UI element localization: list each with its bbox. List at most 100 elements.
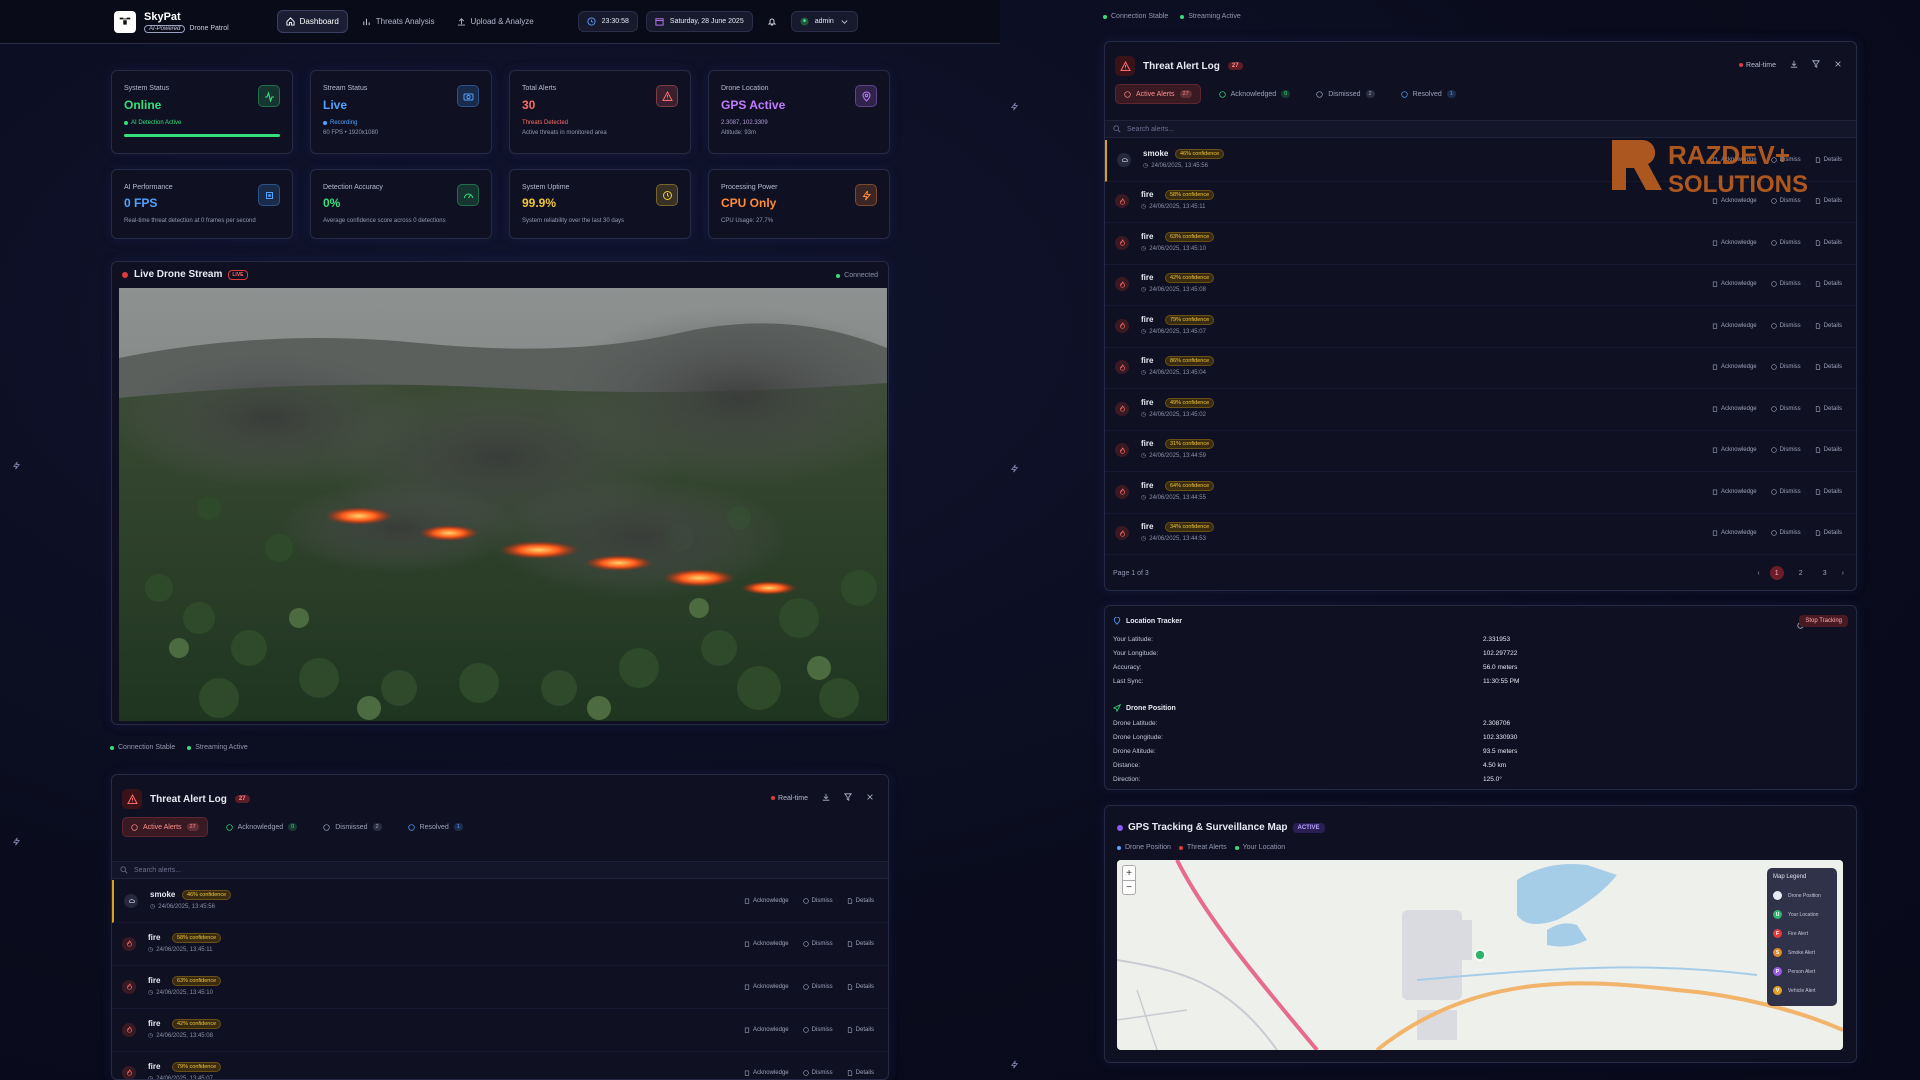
- alert-row[interactable]: fire 42% confidence ◷ 24/06/2025, 13:45:08 A…: [112, 1009, 888, 1052]
- gps-map-title: GPS Tracking & Surveillance Map ACTIVE: [1117, 822, 1325, 833]
- dismiss-button[interactable]: Dismiss: [802, 984, 833, 990]
- x-circle-icon: [1770, 530, 1777, 536]
- details-button[interactable]: Details: [1815, 447, 1842, 453]
- details-button[interactable]: Details: [1815, 406, 1842, 412]
- alert-log-controls: Real-time: [1739, 60, 1842, 70]
- filter-icon[interactable]: [1812, 60, 1820, 70]
- user-menu[interactable]: admin: [790, 11, 858, 32]
- acknowledge-button[interactable]: Acknowledge: [1712, 530, 1757, 536]
- dismiss-button[interactable]: Dismiss: [1770, 447, 1801, 453]
- details-button[interactable]: Details: [1815, 281, 1842, 287]
- alert-row[interactable]: smoke 46% confidence ◷ 24/06/2025, 13:45:56…: [112, 880, 888, 923]
- acknowledge-button[interactable]: Acknowledge: [744, 941, 789, 947]
- details-button[interactable]: Details: [1815, 530, 1842, 536]
- notifications-button[interactable]: [761, 11, 783, 33]
- location-field-value: 56.0 meters: [1483, 664, 1518, 671]
- alert-row[interactable]: fire 79% confidence ◷ 24/06/2025, 13:45:07 A…: [112, 1052, 888, 1079]
- acknowledge-button[interactable]: Acknowledge: [1712, 198, 1757, 204]
- alert-row[interactable]: fire 64% confidence ◷ 24/06/2025, 13:44:55 A…: [1105, 472, 1856, 514]
- dismiss-button[interactable]: Dismiss: [1770, 406, 1801, 412]
- details-button[interactable]: Details: [847, 898, 874, 904]
- chevron-left-icon[interactable]: ‹: [1757, 570, 1759, 577]
- acknowledge-button[interactable]: Acknowledge: [744, 898, 789, 904]
- page-button[interactable]: 3: [1818, 566, 1832, 580]
- close-icon[interactable]: [1834, 60, 1842, 70]
- details-button[interactable]: Details: [1815, 198, 1842, 204]
- zoom-out-button[interactable]: −: [1123, 880, 1135, 894]
- acknowledge-button[interactable]: Acknowledge: [1712, 364, 1757, 370]
- dismiss-button[interactable]: Dismiss: [1770, 198, 1801, 204]
- dismiss-button[interactable]: Dismiss: [1770, 530, 1801, 536]
- dismiss-button[interactable]: Dismiss: [1770, 489, 1801, 495]
- alert-row[interactable]: fire 63% confidence ◷ 24/06/2025, 13:45:10 A…: [1105, 223, 1856, 265]
- alert-row[interactable]: fire 63% confidence ◷ 24/06/2025, 13:45:10 A…: [112, 966, 888, 1009]
- chevron-right-icon[interactable]: ›: [1842, 570, 1844, 577]
- surveillance-map[interactable]: + − Map Legend Drone Position U Your Locat…: [1117, 860, 1843, 1050]
- acknowledge-button[interactable]: Acknowledge: [744, 1027, 789, 1033]
- flame-icon: [1115, 360, 1129, 375]
- dismiss-button[interactable]: Dismiss: [1770, 364, 1801, 370]
- tab-resolved[interactable]: Resolved 1: [1393, 84, 1464, 104]
- tab-acknowledged[interactable]: Acknowledged 0: [218, 817, 306, 837]
- alert-actions: Acknowledge Dismiss Details: [1712, 240, 1842, 246]
- details-button[interactable]: Details: [1815, 364, 1842, 370]
- alert-row[interactable]: fire 31% confidence ◷ 24/06/2025, 13:44:59 A…: [1105, 431, 1856, 472]
- tab-dismissed[interactable]: Dismissed 2: [1308, 84, 1382, 104]
- alert-row[interactable]: fire 42% confidence ◷ 24/06/2025, 13:45:08 A…: [1105, 265, 1856, 306]
- details-button[interactable]: Details: [847, 941, 874, 947]
- alert-row[interactable]: fire 86% confidence ◷ 24/06/2025, 13:45:04 A…: [1105, 348, 1856, 389]
- details-button[interactable]: Details: [1815, 323, 1842, 329]
- acknowledge-button[interactable]: Acknowledge: [1712, 240, 1757, 246]
- dismiss-button[interactable]: Dismiss: [1770, 240, 1801, 246]
- alert-row[interactable]: fire 34% confidence ◷ 24/06/2025, 13:44:53 A…: [1105, 514, 1856, 555]
- dismiss-button[interactable]: Dismiss: [802, 898, 833, 904]
- tab-active-alerts[interactable]: Active Alerts 27: [1115, 84, 1201, 104]
- acknowledge-button[interactable]: Acknowledge: [1712, 281, 1757, 287]
- acknowledge-button[interactable]: Acknowledge: [1712, 323, 1757, 329]
- alert-type: fire: [148, 1061, 161, 1071]
- page-button[interactable]: 1: [1769, 566, 1784, 580]
- nav-threats-analysis[interactable]: Threats Analysis: [354, 10, 443, 33]
- dismiss-button[interactable]: Dismiss: [802, 1027, 833, 1033]
- close-icon[interactable]: [866, 793, 874, 803]
- stop-tracking-button[interactable]: Stop Tracking: [1799, 615, 1848, 627]
- acknowledge-button[interactable]: Acknowledge: [1712, 489, 1757, 495]
- acknowledge-button[interactable]: Acknowledge: [1712, 447, 1757, 453]
- details-button[interactable]: Details: [1815, 240, 1842, 246]
- location-field-label: Drone Longitude:: [1113, 734, 1163, 741]
- acknowledge-button[interactable]: Acknowledge: [744, 1070, 789, 1076]
- dismiss-button[interactable]: Dismiss: [802, 1070, 833, 1076]
- alert-row[interactable]: fire 79% confidence ◷ 24/06/2025, 13:45:07 A…: [1105, 306, 1856, 348]
- nav-dashboard[interactable]: Dashboard: [276, 10, 348, 33]
- filter-icon[interactable]: [844, 793, 852, 803]
- tab-resolved[interactable]: Resolved 1: [400, 817, 471, 837]
- alert-timestamp: ◷ 24/06/2025, 13:45:08: [1141, 287, 1206, 294]
- tab-acknowledged[interactable]: Acknowledged 0: [1211, 84, 1299, 104]
- acknowledge-button[interactable]: Acknowledge: [744, 984, 789, 990]
- x-circle-icon: [323, 823, 330, 831]
- alert-row[interactable]: fire 49% confidence ◷ 24/06/2025, 13:45:02 A…: [1105, 389, 1856, 431]
- page-button[interactable]: 2: [1794, 566, 1808, 580]
- details-button[interactable]: Details: [847, 984, 874, 990]
- x-circle-icon: [802, 940, 809, 947]
- zoom-in-button[interactable]: +: [1123, 866, 1135, 880]
- acknowledge-button[interactable]: Acknowledge: [1712, 406, 1757, 412]
- alert-triangle-icon: [1115, 56, 1135, 76]
- download-icon[interactable]: [822, 793, 830, 803]
- drone-video-feed[interactable]: [119, 288, 887, 721]
- dismiss-button[interactable]: Dismiss: [802, 940, 833, 947]
- details-button[interactable]: Details: [847, 1070, 874, 1076]
- details-button[interactable]: Details: [1815, 489, 1842, 495]
- tab-active-alerts[interactable]: Active Alerts 27: [122, 817, 208, 837]
- location-field-value: 11:30:55 PM: [1483, 678, 1520, 685]
- dismiss-button[interactable]: Dismiss: [1770, 323, 1801, 329]
- download-icon[interactable]: [1790, 60, 1798, 70]
- tab-dismissed[interactable]: Dismissed 2: [315, 817, 389, 837]
- details-button[interactable]: Details: [847, 1027, 874, 1033]
- threat-alert-log-left: Threat Alert Log 27 Real-time Active Alerts…: [111, 774, 889, 1080]
- brand[interactable]: SkyPat AI-Powered Drone Patrol: [114, 10, 229, 33]
- alert-row[interactable]: fire 58% confidence ◷ 24/06/2025, 13:45:11 A…: [112, 923, 888, 966]
- dismiss-button[interactable]: Dismiss: [1770, 281, 1801, 287]
- nav-upload-analyze[interactable]: Upload & Analyze: [449, 10, 542, 33]
- alert-search-input[interactable]: Search alerts...: [112, 861, 888, 879]
